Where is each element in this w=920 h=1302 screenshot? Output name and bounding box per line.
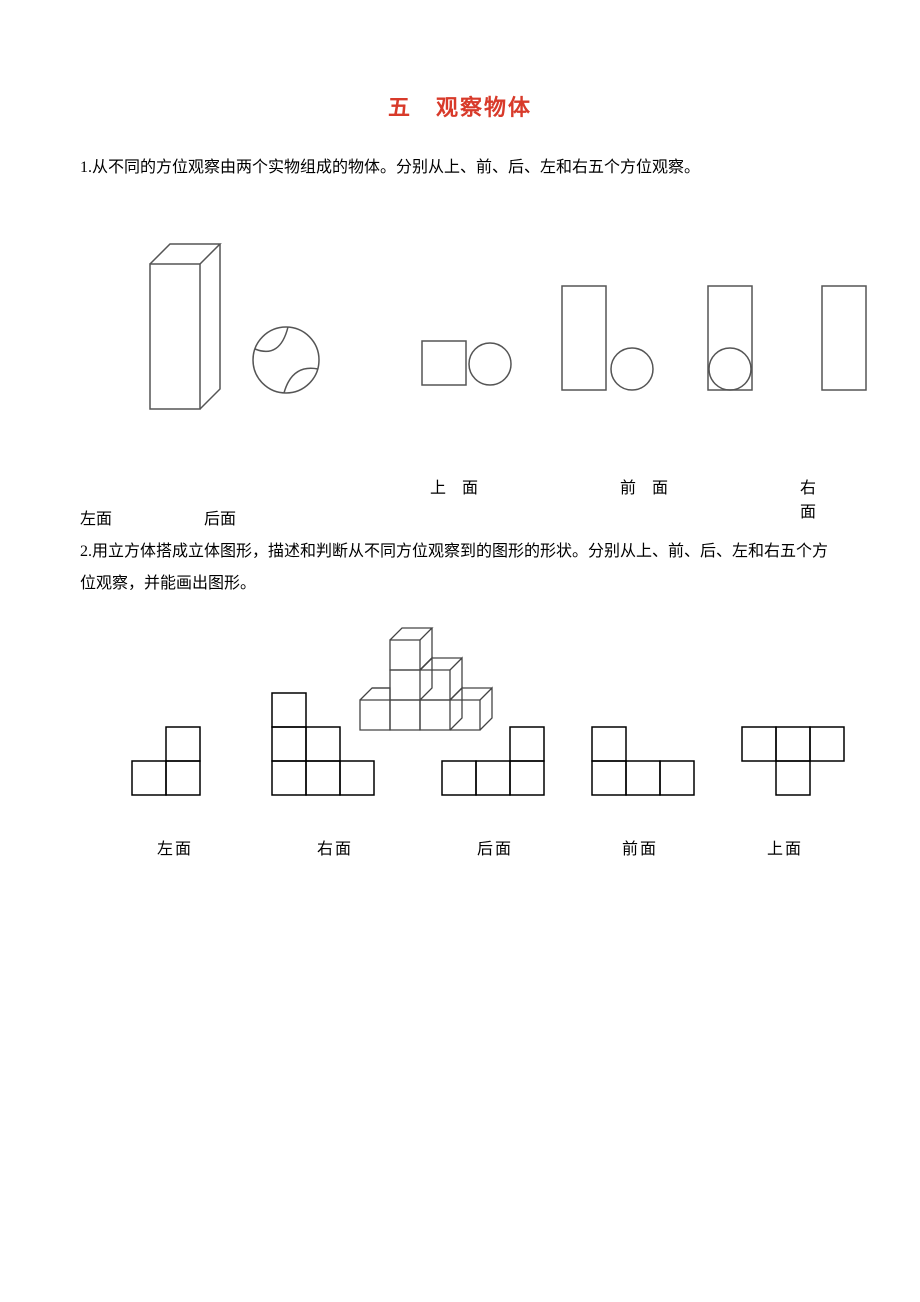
side-rect-icon	[820, 284, 870, 394]
row1-lower-labels: 左面 后面	[80, 504, 840, 536]
label2-front: 前面	[595, 835, 685, 859]
right-view-shape-icon	[270, 691, 380, 801]
top-view-icon	[420, 339, 515, 389]
figure-row-2	[80, 615, 840, 835]
label2-left: 左面	[130, 835, 220, 859]
row2-labels: 左面 右面 后面 前面 上面	[80, 835, 840, 859]
label-front: 前 面	[620, 474, 674, 498]
prism-3d-icon	[140, 234, 230, 414]
label2-top: 上面	[740, 835, 830, 859]
label2-back: 后面	[450, 835, 540, 859]
label-top: 上 面	[430, 474, 484, 498]
label-back: 后面	[204, 511, 236, 528]
right-view-icon	[700, 284, 760, 394]
label2-right: 右面	[290, 835, 380, 859]
front-view-shape-icon	[590, 725, 700, 800]
ball-icon	[250, 324, 322, 396]
back-view-shape-icon	[440, 725, 550, 800]
label-left: 左面	[80, 504, 200, 536]
page-title: 五 观察物体	[80, 90, 840, 122]
figure-row-1	[80, 224, 840, 474]
left-view-shape-icon	[130, 725, 205, 800]
top-view-shape-icon	[740, 725, 850, 800]
row1-upper-labels: 上 面 前 面 右 面	[80, 474, 840, 504]
label-right: 右 面	[800, 474, 840, 522]
question-2: 2.用立方体搭成立体图形，描述和判断从不同方位观察到的图形的形状。分别从上、前、…	[80, 536, 840, 600]
front-view-icon	[560, 284, 660, 394]
question-1: 1.从不同的方位观察由两个实物组成的物体。分别从上、前、后、左和右五个方位观察。	[80, 152, 840, 184]
